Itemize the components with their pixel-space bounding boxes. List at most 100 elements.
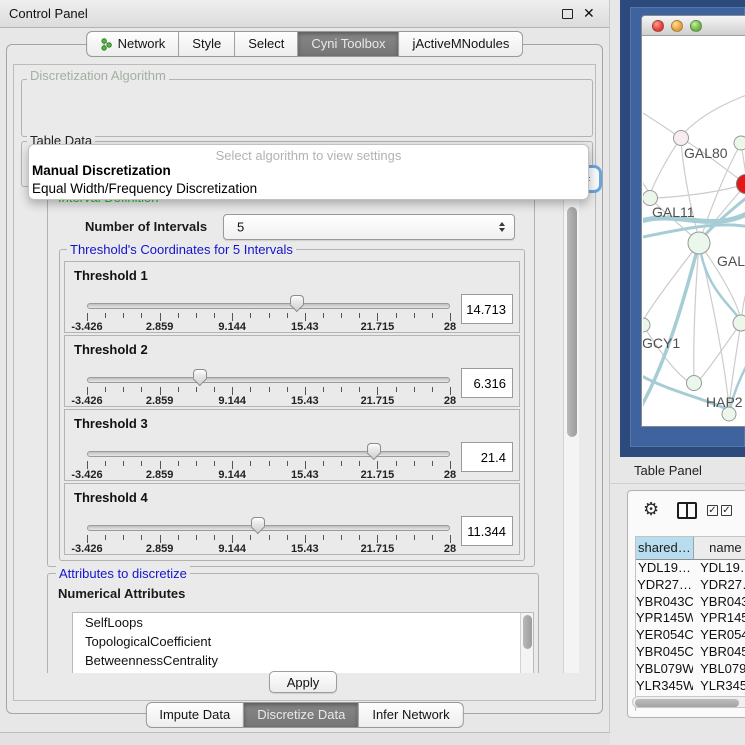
select-all-checkbox-icon[interactable]: ✓ [707,505,718,516]
apply-button[interactable]: Apply [269,671,337,693]
table-cell[interactable]: YLR345W [693,678,745,695]
float-icon[interactable] [562,9,573,19]
attribute-list-item[interactable]: TopologicalCoefficient [73,632,533,651]
table-cell[interactable]: YDR27… [636,577,693,594]
threshold-value-input[interactable] [461,294,513,324]
tab-impute-data[interactable]: Impute Data [145,702,244,728]
network-edge[interactable] [656,184,745,198]
attributes-scrollbar[interactable] [520,613,533,673]
tab-network[interactable]: Network [86,31,180,57]
network-node[interactable] [737,175,745,194]
slider-tick [123,461,124,466]
slider-thumb[interactable] [366,443,382,461]
slider-track[interactable] [87,303,450,309]
slider-tick [250,535,251,540]
table-row[interactable]: YER054CYER054C [636,627,745,644]
slider-tick [269,461,270,466]
slider-tick [287,461,288,466]
network-node[interactable] [643,318,650,332]
table-cell[interactable]: YBL079W [693,661,745,678]
table-row[interactable]: YBR043CYBR043C [636,594,745,611]
network-node[interactable] [733,315,745,331]
close-icon[interactable]: ✕ [583,5,595,22]
table-cell[interactable]: YDL19… [693,560,745,577]
table-cell[interactable]: YBR045C [636,644,693,661]
table-row[interactable]: YDR27…YDR27… [636,577,745,594]
threshold-slider[interactable]: -3.4262.8599.14415.4321.71528 [87,484,450,556]
tab-cyni-toolbox[interactable]: Cyni Toolbox [298,31,399,57]
table-cell[interactable]: YLR345W [636,678,693,695]
table-horizontal-scrollbar[interactable] [632,696,745,708]
close-traffic-light-icon[interactable] [652,20,664,32]
table-row[interactable]: YPR145WYPR145W [636,610,745,627]
network-edge[interactable] [683,91,745,134]
slider-track[interactable] [87,451,450,457]
minimize-traffic-light-icon[interactable] [671,20,683,32]
slider-tick [323,387,324,392]
network-edge[interactable] [644,243,699,319]
slider-tick [323,461,324,466]
tab-discretize-data[interactable]: Discretize Data [244,702,359,728]
column-header-shared-name[interactable]: shared… [636,537,694,560]
gear-icon[interactable]: ⚙ [643,499,659,520]
column-layout-icon[interactable] [677,502,697,519]
network-window: GAL80GACGAL11GAL4GCY1HHAP2 [641,15,745,427]
network-canvas[interactable]: GAL80GACGAL11GAL4GCY1HHAP2 [643,36,745,427]
table-row[interactable]: YDL19…YDL19… [636,560,745,577]
table-cell[interactable]: YDR27… [693,577,745,594]
table-cell[interactable]: YBR043C [636,594,693,611]
slider-track[interactable] [87,525,450,531]
table-row[interactable]: YBL079WYBL079W [636,661,745,678]
threshold-slider[interactable]: -3.4262.8599.14415.4321.71528 [87,410,450,482]
table-cell[interactable]: YBL079W [636,661,693,678]
network-edge[interactable] [651,138,681,192]
network-node[interactable] [734,136,745,150]
network-window-titlebar[interactable] [642,16,745,36]
table-cell[interactable]: YER054C [693,627,745,644]
tab-select[interactable]: Select [235,31,298,57]
zoom-traffic-light-icon[interactable] [690,20,702,32]
attribute-list-item[interactable]: BetweennessCentrality [73,651,533,670]
table-cell[interactable]: YPR145W [693,610,745,627]
table-cell[interactable]: YPR145W [636,610,693,627]
slider-thumb[interactable] [250,517,266,535]
algorithm-placeholder-option[interactable]: Select algorithm to view settings [29,145,588,162]
tab-infer-network[interactable]: Infer Network [359,702,463,728]
table-cell[interactable]: YDL19… [636,560,693,577]
slider-tick-label: -3.426 [71,321,102,333]
slider-track[interactable] [87,377,450,383]
slider-tick [214,535,215,540]
table-row[interactable]: YLR345WYLR345W [636,678,745,695]
network-node[interactable] [687,376,702,391]
slider-thumb[interactable] [289,295,305,313]
tab-label: Network [118,32,166,56]
algorithm-popup-list: Select algorithm to view settings Manual… [28,144,589,200]
network-node[interactable] [674,131,689,146]
settings-scrollbar[interactable] [563,189,579,673]
tab-style[interactable]: Style [179,31,235,57]
select-all-checkbox-icon-2[interactable]: ✓ [721,505,732,516]
threshold-slider[interactable]: -3.4262.8599.14415.4321.71528 [87,262,450,334]
threshold-value-input[interactable] [461,516,513,546]
threshold-value-input[interactable] [461,442,513,472]
slider-tick [178,461,179,466]
attribute-list-item[interactable]: SelfLoops [73,613,533,632]
table-cell[interactable]: YER054C [636,627,693,644]
threshold-value-input[interactable] [461,368,513,398]
network-node[interactable] [688,232,710,254]
num-intervals-spinner[interactable]: 5 [223,214,515,240]
algorithm-option-equal-width[interactable]: Equal Width/Frequency Discretization [29,180,588,198]
table-cell[interactable]: YBR045C [693,644,745,661]
slider-tick [160,535,161,543]
table-row[interactable]: YBR045CYBR045C [636,644,745,661]
network-node[interactable] [722,407,736,421]
slider-thumb[interactable] [192,369,208,387]
threshold-slider[interactable]: -3.4262.8599.14415.4321.71528 [87,336,450,408]
column-header-name[interactable]: name [694,537,745,560]
slider-tick-label: 21.715 [361,321,395,333]
table-cell[interactable]: YBR043C [693,594,745,611]
algorithm-option-manual[interactable]: Manual Discretization [29,162,588,180]
slider-tick [377,461,378,469]
network-edge[interactable] [700,323,741,379]
tab-jactivemnodules[interactable]: jActiveMNodules [400,31,524,57]
